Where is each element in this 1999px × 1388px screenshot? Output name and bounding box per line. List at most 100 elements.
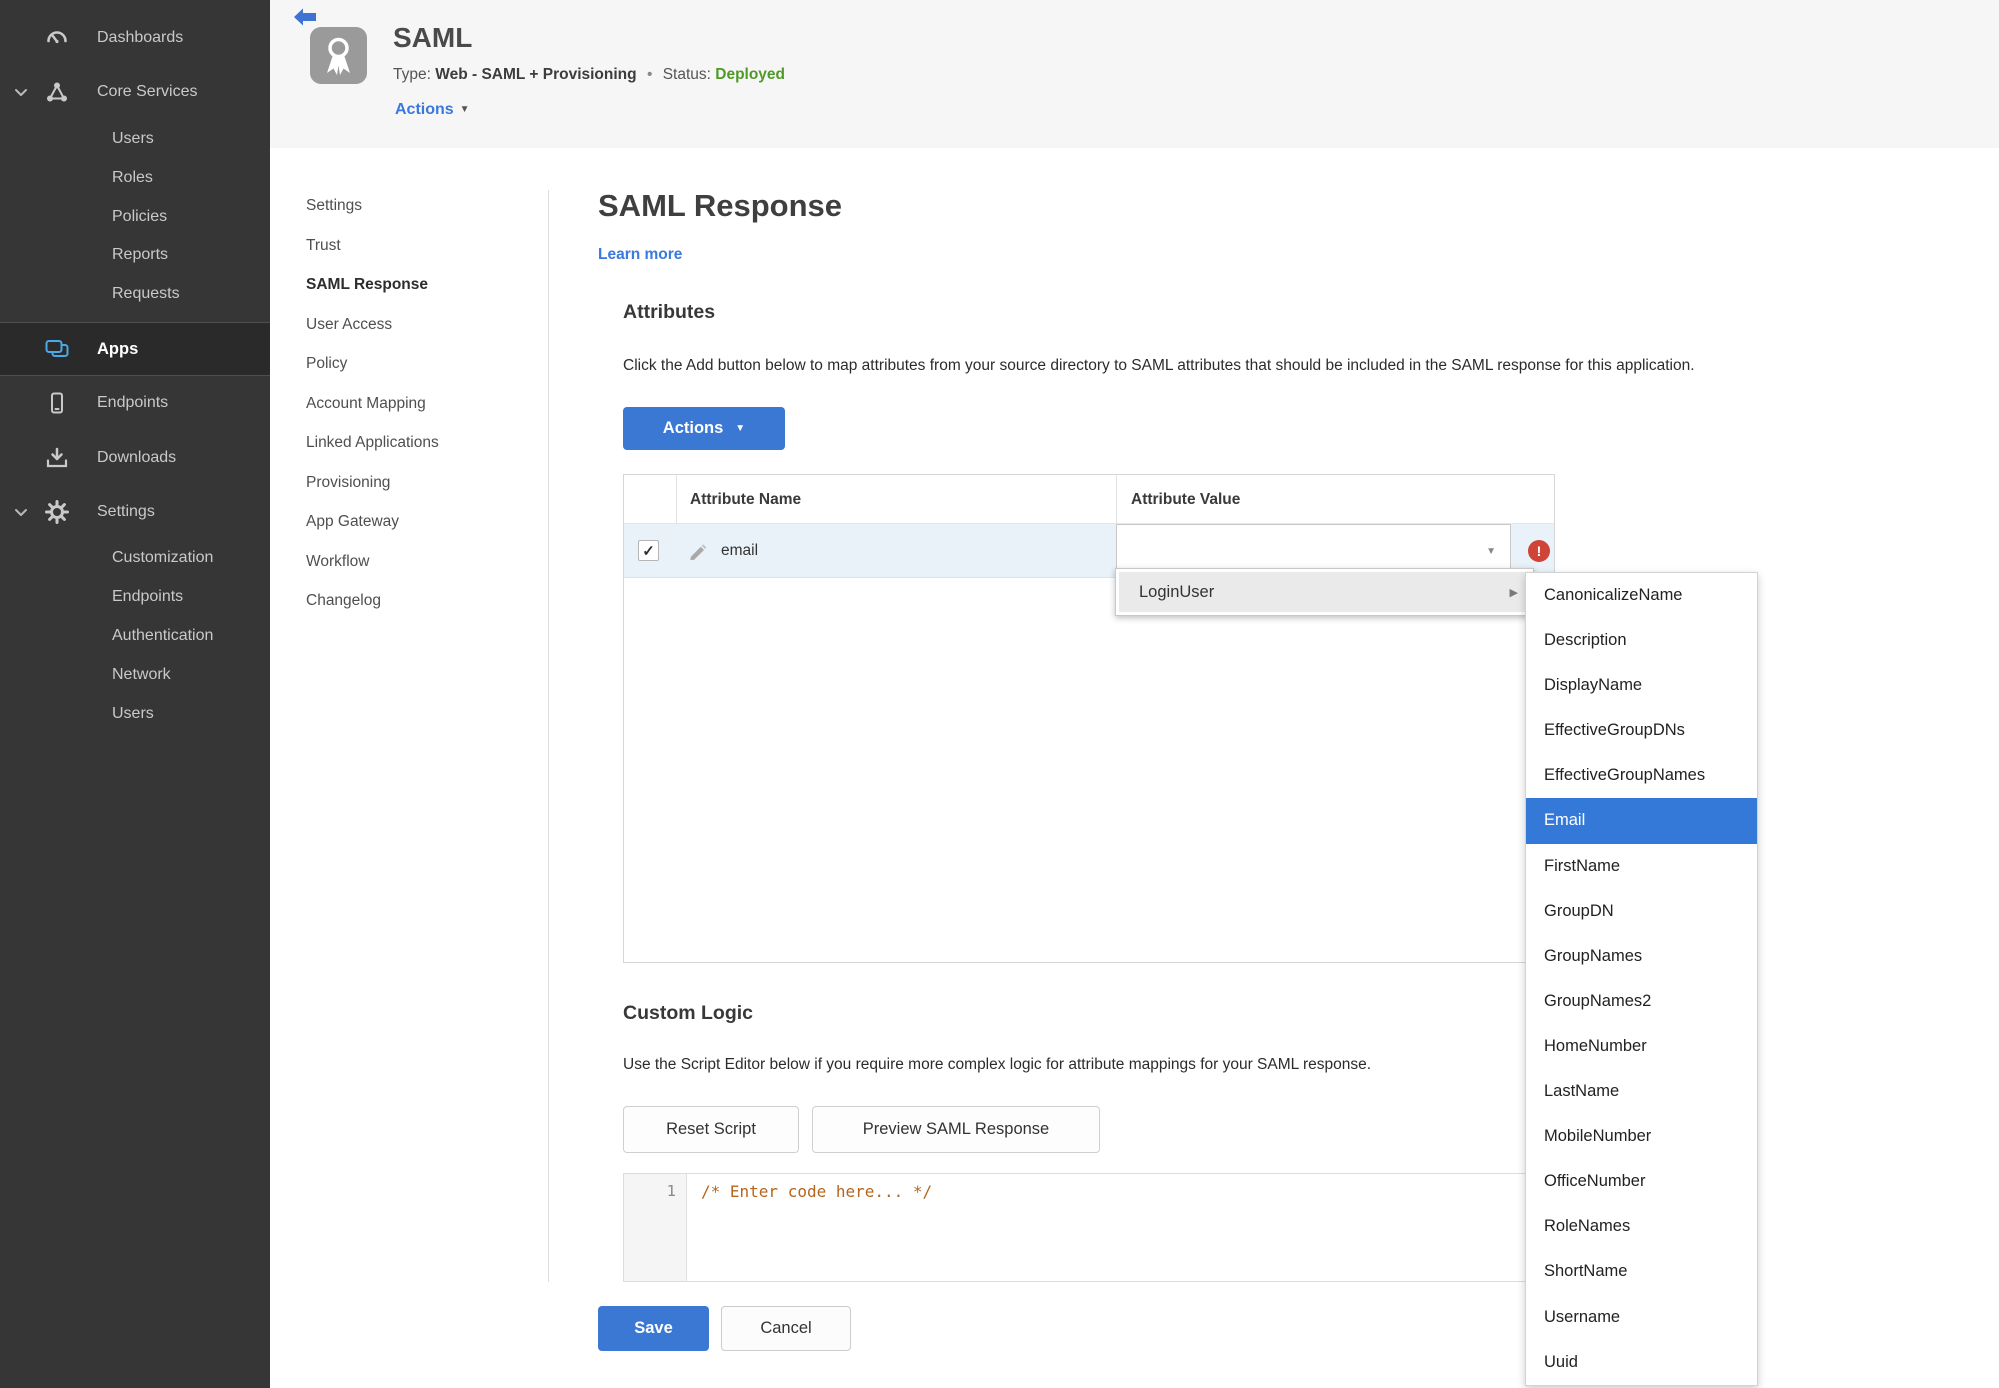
subnav-item-saml-response[interactable]: SAML Response — [306, 265, 439, 305]
page-title: SAML Response — [598, 188, 843, 223]
subnav-item-policy[interactable]: Policy — [306, 344, 439, 384]
custom-logic-heading: Custom Logic — [623, 1002, 753, 1024]
preview-saml-response-button[interactable]: Preview SAML Response — [812, 1106, 1100, 1153]
gear-icon — [45, 500, 69, 524]
subnav-item-settings[interactable]: Settings — [306, 186, 439, 226]
app-meta-line: Type: Web - SAML + Provisioning • Status… — [393, 66, 785, 84]
submenu-item-shortname[interactable]: ShortName — [1526, 1249, 1757, 1294]
chevron-down-icon — [15, 509, 27, 516]
submenu-item-description[interactable]: Description — [1526, 618, 1757, 663]
submenu-item-rolenames[interactable]: RoleNames — [1526, 1204, 1757, 1249]
status-value: Deployed — [715, 66, 786, 83]
submenu-item-officenumber[interactable]: OfficeNumber — [1526, 1159, 1757, 1204]
menu-item-loginuser[interactable]: LoginUser ▶ — [1119, 572, 1530, 612]
sidebar-item-customization[interactable]: Customization — [0, 538, 270, 578]
error-icon[interactable]: ! — [1528, 540, 1550, 562]
submenu-item-canonicalizename[interactable]: CanonicalizeName — [1526, 573, 1757, 618]
sidebar-item-reports[interactable]: Reports — [0, 235, 270, 275]
app-subnav: Settings Trust SAML Response User Access… — [306, 186, 439, 621]
editor-code-area[interactable]: /* Enter code here... */ — [687, 1174, 1553, 1281]
row-checkbox[interactable]: ✓ — [638, 540, 659, 561]
attributes-actions-button[interactable]: Actions ▼ — [623, 407, 785, 450]
sidebar-item-label: Downloads — [97, 449, 177, 466]
download-icon — [46, 447, 68, 468]
subnav-item-linked-applications[interactable]: Linked Applications — [306, 423, 439, 463]
submenu-arrow-icon: ▶ — [1509, 586, 1518, 599]
submenu-item-effectivegroupdns[interactable]: EffectiveGroupDNs — [1526, 708, 1757, 753]
sidebar-item-dashboards[interactable]: Dashboards — [0, 18, 270, 58]
loginuser-submenu: CanonicalizeName Description DisplayName… — [1525, 572, 1758, 1386]
header-actions-label: Actions — [395, 101, 454, 118]
attributes-heading: Attributes — [623, 301, 716, 323]
sidebar-item-core-services[interactable]: Core Services — [0, 72, 270, 112]
attributes-description: Click the Add button below to map attrib… — [623, 357, 1695, 374]
sidebar-item-label: Core Services — [97, 83, 198, 100]
learn-more-link[interactable]: Learn more — [598, 246, 682, 264]
meta-bullet: • — [646, 66, 653, 83]
sidebar-item-settings-users[interactable]: Users — [0, 694, 270, 734]
sidebar-item-roles[interactable]: Roles — [0, 158, 270, 198]
check-icon: ✓ — [642, 542, 655, 560]
subnav-item-provisioning[interactable]: Provisioning — [306, 463, 439, 503]
subnav-item-workflow[interactable]: Workflow — [306, 542, 439, 582]
subnav-item-account-mapping[interactable]: Account Mapping — [306, 384, 439, 424]
caret-down-icon: ▼ — [735, 423, 746, 434]
sidebar-item-requests[interactable]: Requests — [0, 274, 270, 314]
reset-script-button[interactable]: Reset Script — [623, 1106, 799, 1153]
sidebar-item-apps-active[interactable]: Apps — [0, 322, 270, 376]
chevron-down-icon — [15, 89, 27, 96]
submenu-item-displayname[interactable]: DisplayName — [1526, 663, 1757, 708]
submenu-item-email-selected[interactable]: Email — [1526, 798, 1757, 844]
sidebar-item-label: Endpoints — [112, 588, 184, 605]
sidebar-item-endpoints[interactable]: Endpoints — [0, 383, 270, 423]
submenu-item-effectivegroupnames[interactable]: EffectiveGroupNames — [1526, 753, 1757, 798]
submenu-item-groupnames[interactable]: GroupNames — [1526, 934, 1757, 979]
menu-item-label: LoginUser — [1139, 582, 1215, 601]
subnav-item-app-gateway[interactable]: App Gateway — [306, 502, 439, 542]
sidebar-item-policies[interactable]: Policies — [0, 197, 270, 237]
attributes-table: Attribute Name Attribute Value ✓ email ▼… — [623, 474, 1555, 963]
sidebar-item-network[interactable]: Network — [0, 655, 270, 695]
submenu-item-uuid[interactable]: Uuid — [1526, 1340, 1757, 1385]
sidebar-item-authentication[interactable]: Authentication — [0, 616, 270, 656]
sidebar-item-label: Roles — [112, 169, 153, 186]
actions-button-label: Actions — [662, 419, 724, 437]
nav-divider — [548, 190, 549, 1282]
caret-down-icon: ▼ — [1486, 546, 1496, 557]
sidebar-item-label: Customization — [112, 549, 214, 566]
back-arrow-icon[interactable] — [293, 8, 317, 26]
subnav-item-trust[interactable]: Trust — [306, 226, 439, 266]
status-label: Status: — [662, 66, 711, 83]
sidebar-item-label: Settings — [97, 503, 155, 520]
submenu-item-lastname[interactable]: LastName — [1526, 1069, 1757, 1114]
submenu-item-groupdn[interactable]: GroupDN — [1526, 889, 1757, 934]
custom-logic-description: Use the Script Editor below if you requi… — [623, 1056, 1372, 1073]
column-divider — [676, 475, 677, 524]
core-services-icon — [47, 82, 67, 102]
save-button[interactable]: Save — [598, 1306, 709, 1351]
editor-line-gutter: 1 — [624, 1174, 687, 1281]
cancel-button[interactable]: Cancel — [721, 1306, 851, 1351]
header-actions-menu[interactable]: Actions ▼ — [395, 101, 470, 119]
type-value: Web - SAML + Provisioning — [435, 66, 637, 83]
sidebar-item-downloads[interactable]: Downloads — [0, 438, 270, 478]
subnav-item-changelog[interactable]: Changelog — [306, 581, 439, 621]
subnav-item-user-access[interactable]: User Access — [306, 305, 439, 345]
submenu-item-homenumber[interactable]: HomeNumber — [1526, 1024, 1757, 1069]
sidebar-item-label: Policies — [112, 208, 168, 225]
app-title: SAML — [393, 22, 473, 53]
edit-pencil-icon[interactable] — [688, 541, 707, 560]
sidebar-item-settings[interactable]: Settings — [0, 492, 270, 532]
submenu-item-firstname[interactable]: FirstName — [1526, 844, 1757, 889]
caret-down-icon: ▼ — [459, 104, 470, 115]
submenu-item-mobilenumber[interactable]: MobileNumber — [1526, 1114, 1757, 1159]
sidebar-item-settings-endpoints[interactable]: Endpoints — [0, 577, 270, 617]
app-header: SAML Type: Web - SAML + Provisioning • S… — [270, 0, 1999, 148]
sidebar-item-label: Network — [112, 666, 171, 683]
submenu-item-groupnames2[interactable]: GroupNames2 — [1526, 979, 1757, 1024]
column-divider — [1116, 475, 1117, 524]
sidebar-item-users[interactable]: Users — [0, 119, 270, 159]
submenu-item-username[interactable]: Username — [1526, 1295, 1757, 1340]
sidebar-item-label: Apps — [97, 339, 139, 358]
sidebar-item-label: Reports — [112, 246, 169, 263]
